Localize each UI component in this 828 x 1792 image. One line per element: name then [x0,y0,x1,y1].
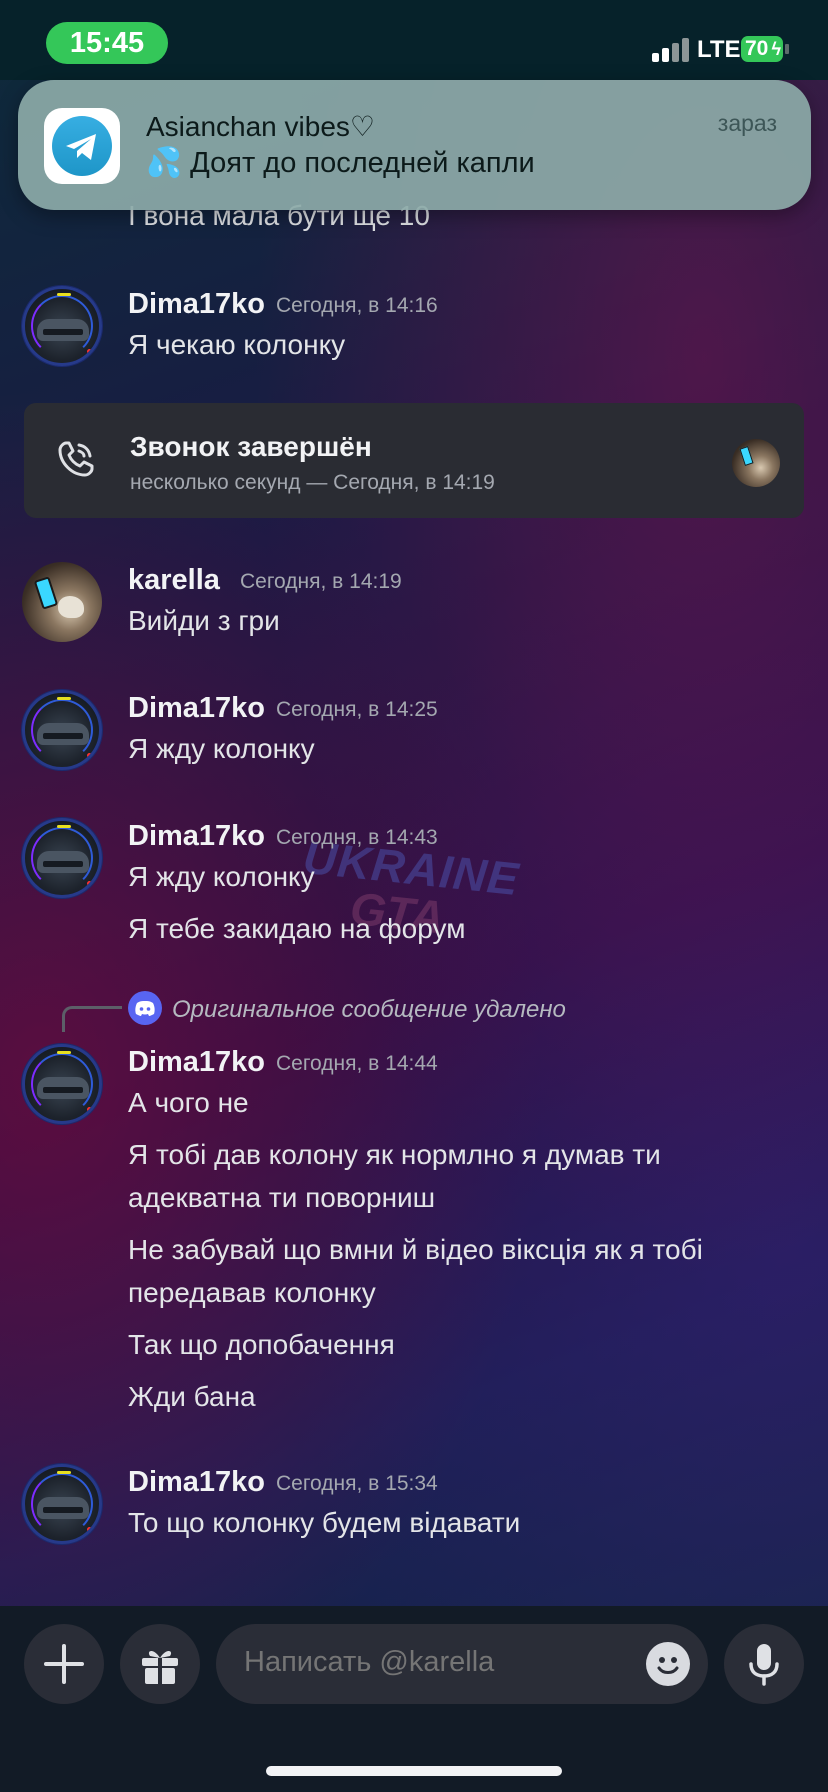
notification-title: Asianchan vibes♡ [146,111,376,142]
message-author[interactable]: karella [128,564,220,597]
status-time: 15:45 [46,22,168,64]
message-text: передавав колонку [128,1277,376,1308]
message-author[interactable]: Dima17ko [128,288,265,321]
message-author[interactable]: Dima17ko [128,692,265,725]
notification-time: зараз [717,110,777,136]
emoji-button[interactable] [646,1642,690,1686]
battery-icon: 70 ϟ [741,36,783,62]
message-text: Вийди з гри [128,605,280,636]
call-participant-avatar[interactable] [732,439,780,487]
notification-body: 💦 Доят до последней капли [146,147,535,179]
reply-reference-text[interactable]: Оригинальное сообщение удалено [172,996,566,1024]
network-type: LTE [697,36,741,63]
message-author[interactable]: Dima17ko [128,1466,265,1499]
smiley-icon [657,1657,679,1674]
avatar[interactable] [22,818,102,898]
message-timestamp: Сегодня, в 14:19 [240,570,402,593]
message-text: Не забувай що вмни й відео віксція як я … [128,1234,703,1265]
message-text: Я жду колонку [128,733,315,764]
message-text: Я тобі дав колону як нормлно я думав ти [128,1139,661,1170]
avatar[interactable] [22,690,102,770]
avatar[interactable] [22,562,102,642]
discord-icon [128,991,162,1025]
avatar[interactable] [22,1464,102,1544]
message-timestamp: Сегодня, в 15:34 [276,1472,438,1495]
message-input-container[interactable] [216,1624,708,1704]
avatar[interactable] [22,1044,102,1124]
message-text: Я жду колонку [128,861,315,892]
message-text: Я тебе закидаю на форум [128,913,466,944]
gift-button[interactable] [120,1624,200,1704]
message-text: А чого не [128,1087,249,1118]
message-text: Жди бана [128,1381,256,1412]
battery-cap [785,44,789,54]
message-timestamp: Сегодня, в 14:44 [276,1052,438,1075]
reply-connector [62,1006,122,1032]
call-subtitle: несколько секунд — Сегодня, в 14:19 [130,471,495,494]
gift-icon [142,1651,178,1684]
message-text: Я чекаю колонку [128,329,346,360]
home-indicator[interactable] [266,1766,562,1776]
message-text: Так що допобачення [128,1329,395,1360]
plus-icon [44,1644,84,1684]
message-timestamp: Сегодня, в 14:43 [276,826,438,849]
message-author[interactable]: Dima17ko [128,820,265,853]
status-bar: 15:45 LTE 70 ϟ [0,0,828,80]
battery-level: 70 [745,37,769,60]
cellular-signal-icon [652,36,692,62]
message-author[interactable]: Dima17ko [128,1046,265,1079]
voice-message-button[interactable] [724,1624,804,1704]
message-text: То що колонку будем відавати [128,1507,521,1538]
message-text: адекватна ти поворниш [128,1182,436,1213]
avatar[interactable] [22,286,102,366]
message-input[interactable] [244,1646,624,1679]
add-attachment-button[interactable] [24,1624,104,1704]
phone-call-icon [58,441,94,477]
microphone-icon [749,1644,779,1686]
charging-bolt-icon: ϟ [771,39,781,59]
call-ended-card[interactable]: Звонок завершён несколько секунд — Сегод… [24,403,804,518]
notification-banner[interactable]: Asianchan vibes♡ 💦 Доят до последней кап… [18,80,811,210]
telegram-icon [44,108,120,184]
call-title: Звонок завершён [130,431,372,462]
message-timestamp: Сегодня, в 14:25 [276,698,438,721]
message-timestamp: Сегодня, в 14:16 [276,294,438,317]
